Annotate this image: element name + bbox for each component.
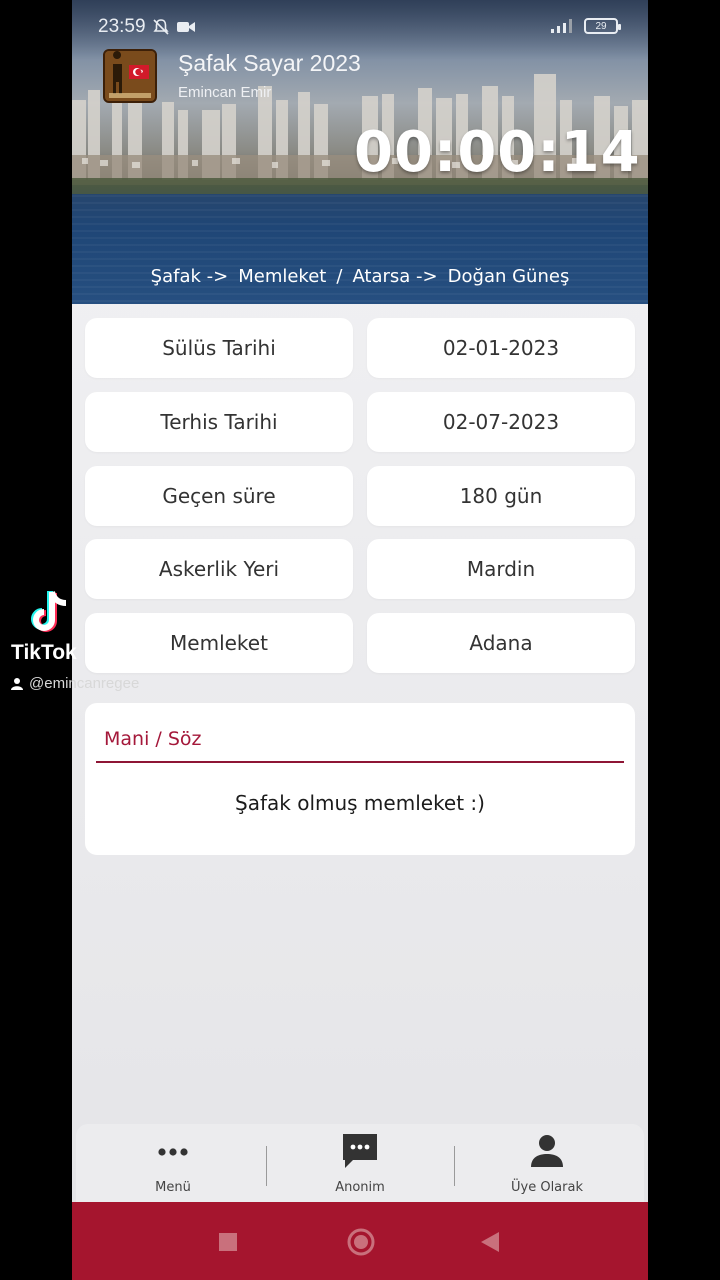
more-dots-icon (158, 1148, 188, 1156)
user-icon (11, 678, 23, 690)
route-part: Memleket (238, 266, 327, 287)
route-part: Atarsa -> (352, 266, 438, 287)
header-banner: 23:59 29 Şafak Sayar 2023 Emincan Emir 0… (72, 0, 648, 304)
person-icon (531, 1135, 563, 1167)
chat-bubble-icon (343, 1134, 377, 1168)
recents-square-icon[interactable] (218, 1232, 238, 1252)
label-terhis-tarihi: Terhis Tarihi (85, 392, 353, 452)
nav-anonim[interactable]: Anonim (300, 1124, 420, 1202)
signal-icon (551, 19, 572, 33)
bottom-navigation: Menü Anonim Üye Olarak (76, 1124, 644, 1202)
battery-icon: 29 (584, 18, 621, 34)
water-texture (72, 195, 648, 304)
value-gecen-sure: 180 gün (367, 466, 635, 526)
value-terhis-tarihi: 02-07-2023 (367, 392, 635, 452)
tiktok-username: @emincanregee (11, 675, 139, 692)
route-separator: / (336, 266, 343, 287)
nav-uye-olarak-label: Üye Olarak (511, 1180, 583, 1195)
status-icons-right: 29 (550, 18, 621, 34)
route-text: Şafak -> Memleket / Atarsa -> Doğan Güneş (72, 266, 648, 287)
nav-anonim-label: Anonim (335, 1180, 385, 1195)
countdown-timer: 00:00:14 (354, 120, 641, 185)
label-gecen-sure: Geçen süre (85, 466, 353, 526)
system-navigation-bar (72, 1202, 648, 1280)
nav-menu[interactable]: Menü (113, 1124, 233, 1202)
mani-text: Şafak olmuş memleket :) (235, 791, 485, 815)
value-sulus-tarihi: 02-01-2023 (367, 318, 635, 378)
status-icons-left (152, 18, 196, 36)
video-camera-icon (177, 22, 195, 32)
value-askerlik-yeri: Mardin (367, 539, 635, 599)
nav-divider (266, 1146, 267, 1186)
app-title: Şafak Sayar 2023 (178, 50, 361, 76)
tiktok-username-text: @emincanregee (29, 675, 140, 692)
nav-divider (454, 1146, 455, 1186)
app-screen: 23:59 29 Şafak Sayar 2023 Emincan Emir 0… (72, 0, 648, 1280)
mani-divider (96, 761, 624, 763)
label-askerlik-yeri: Askerlik Yeri (85, 539, 353, 599)
nav-menu-label: Menü (155, 1180, 191, 1195)
back-triangle-icon[interactable] (479, 1230, 501, 1254)
app-logo (103, 49, 157, 103)
mani-label: Mani / Söz (104, 728, 202, 750)
route-part: Şafak -> (150, 266, 229, 287)
value-memleket: Adana (367, 613, 635, 673)
app-subtitle: Emincan Emir (178, 84, 272, 101)
tiktok-brand: TikTok (11, 641, 77, 664)
bell-off-icon (153, 19, 169, 35)
mani-card: Mani / Söz Şafak olmuş memleket :) (85, 703, 635, 855)
route-part: Doğan Güneş (447, 266, 570, 287)
home-circle-icon[interactable] (346, 1227, 376, 1257)
soldier-flag-icon (105, 51, 155, 101)
tiktok-logo-icon (31, 591, 67, 632)
status-time: 23:59 (98, 16, 146, 37)
label-memleket: Memleket (85, 613, 353, 673)
label-sulus-tarihi: Sülüs Tarihi (85, 318, 353, 378)
battery-level: 29 (595, 20, 607, 32)
status-bar: 23:59 29 (72, 0, 648, 56)
nav-uye-olarak[interactable]: Üye Olarak (487, 1124, 607, 1202)
